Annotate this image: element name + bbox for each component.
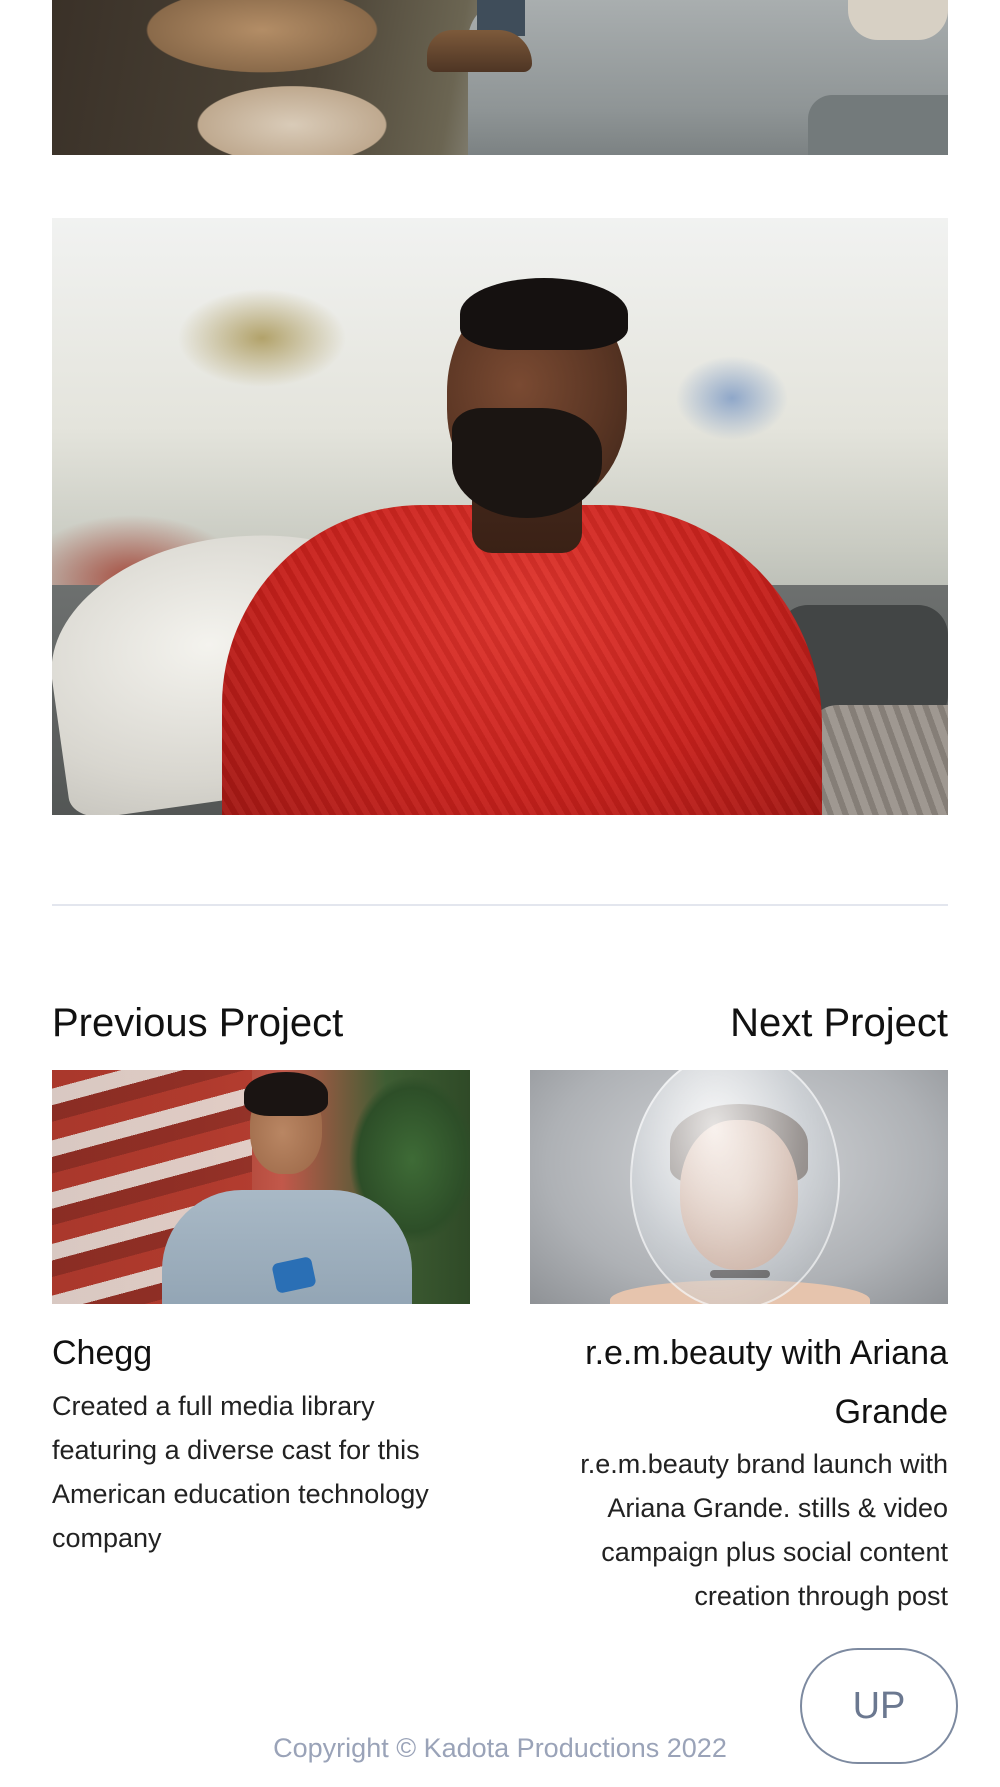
copyright-text: Copyright © Kadota Productions 2022 bbox=[273, 1733, 727, 1763]
next-project-heading: Next Project bbox=[730, 1001, 948, 1045]
photo-hair bbox=[460, 278, 628, 350]
photo-couch-arm bbox=[808, 95, 948, 155]
photo-beard bbox=[452, 408, 602, 518]
previous-project-thumbnail[interactable] bbox=[52, 1070, 470, 1304]
next-project-thumbnail[interactable] bbox=[530, 1070, 948, 1304]
photo-shoe bbox=[427, 30, 532, 72]
next-project-description: r.e.m.beauty brand launch with Ariana Gr… bbox=[580, 1449, 948, 1611]
gallery-image-hero bbox=[52, 218, 948, 815]
thumb-bubble-headpiece bbox=[630, 1070, 840, 1304]
previous-project-title-link[interactable]: Chegg bbox=[52, 1324, 470, 1383]
previous-project-description: Created a full media library featuring a… bbox=[52, 1391, 429, 1553]
project-page: Previous Project Next Project Chegg r.e.… bbox=[0, 0, 1000, 1787]
photo-pillow bbox=[848, 0, 948, 40]
next-project-title-link[interactable]: r.e.m.beauty with Ariana Grande bbox=[530, 1324, 948, 1442]
section-divider bbox=[52, 904, 948, 906]
previous-project-heading: Previous Project bbox=[52, 1001, 344, 1045]
thumb-person-hair bbox=[244, 1072, 328, 1116]
photo-knit-pillow bbox=[808, 705, 948, 815]
gallery-image-top bbox=[52, 0, 948, 155]
